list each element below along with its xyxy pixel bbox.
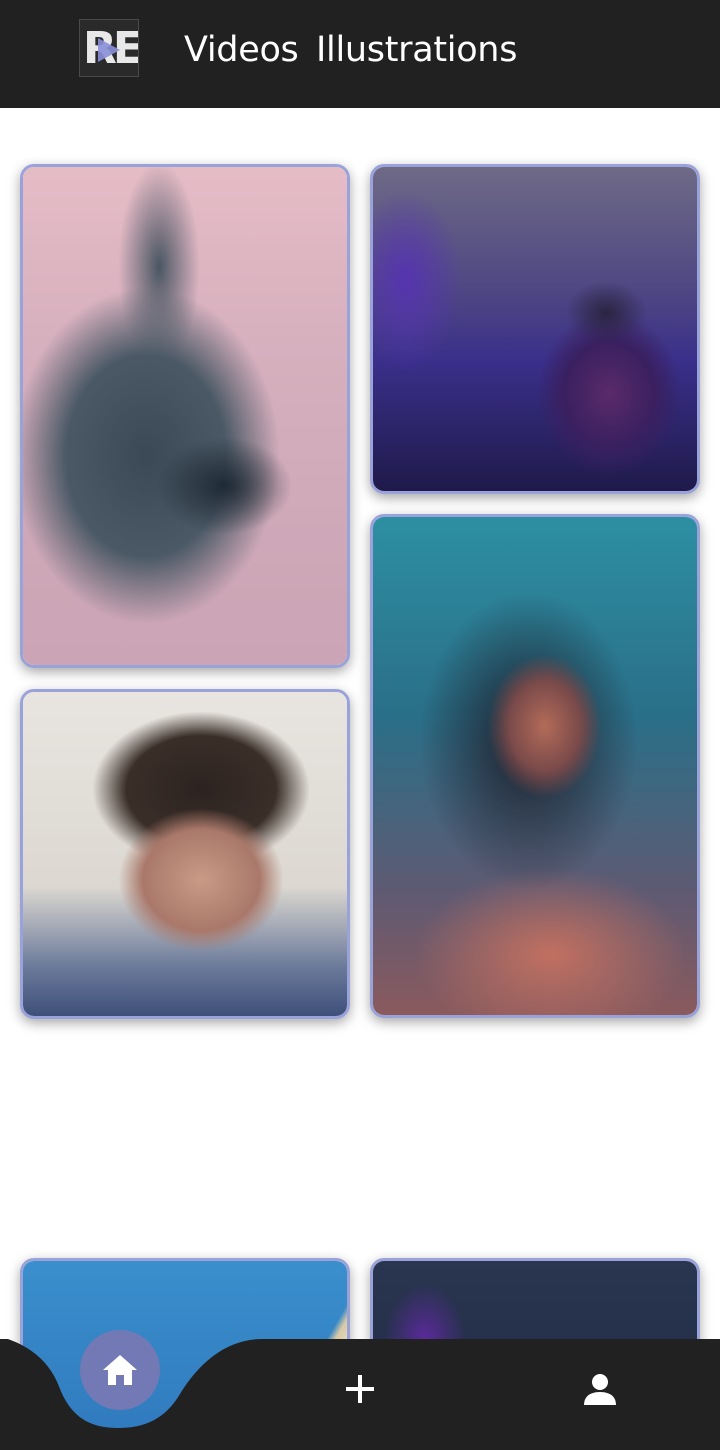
app-logo[interactable]: RE — [79, 19, 139, 77]
boy-selfie-photo — [23, 692, 347, 1016]
girl-portrait-photo — [373, 517, 697, 1015]
home-icon — [103, 1355, 137, 1385]
home-button[interactable] — [80, 1330, 160, 1410]
plus-icon — [346, 1375, 374, 1403]
profile-button[interactable] — [580, 1369, 620, 1409]
guitarist-photo — [373, 167, 697, 491]
add-button[interactable] — [340, 1369, 380, 1409]
cat-photo — [23, 167, 347, 665]
feed-card-boy-selfie[interactable] — [20, 689, 350, 1019]
tab-videos[interactable]: Videos — [184, 30, 299, 70]
feed-card-girl-portrait[interactable] — [370, 514, 700, 1018]
feed-card-cat[interactable] — [20, 164, 350, 668]
tab-illustrations[interactable]: Illustrations — [316, 30, 517, 70]
play-icon — [98, 38, 120, 62]
top-app-bar: RE Videos Illustrations — [0, 0, 720, 108]
person-icon — [584, 1374, 616, 1405]
feed-card-guitarist[interactable] — [370, 164, 700, 494]
